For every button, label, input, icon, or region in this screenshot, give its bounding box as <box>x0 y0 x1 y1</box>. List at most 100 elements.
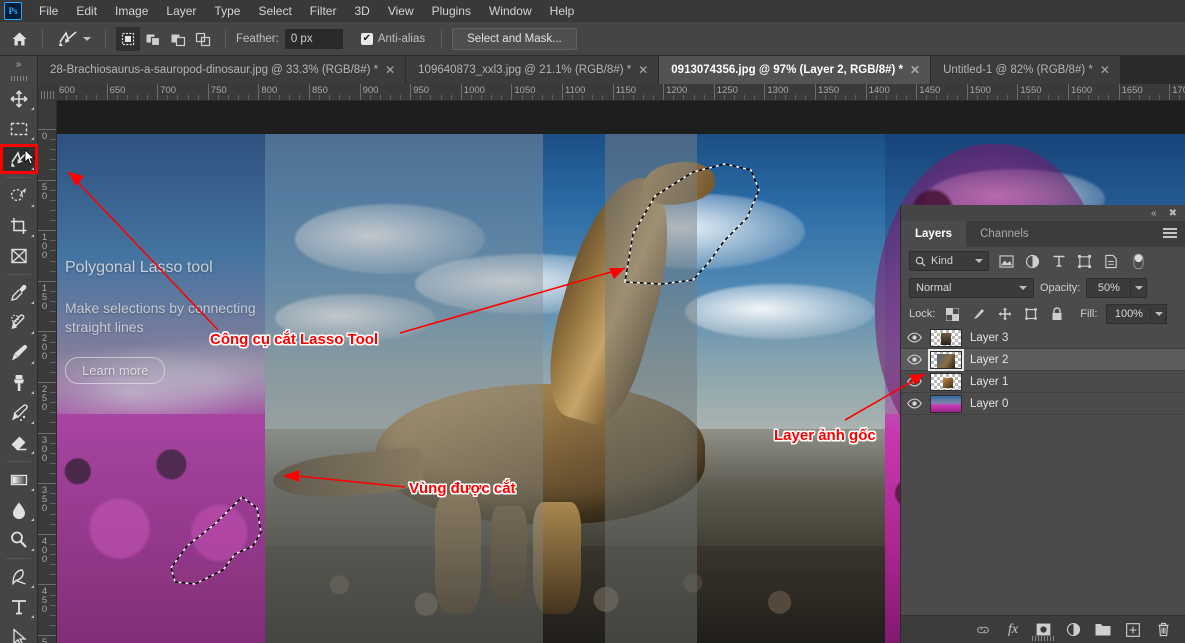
document-tab-2[interactable]: 0913074356.jpg @ 97% (Layer 2, RGB/8#) *… <box>659 56 931 84</box>
layer-name: Layer 1 <box>970 376 1008 388</box>
eraser-tool[interactable] <box>0 428 38 458</box>
toolbar-drag-grip[interactable] <box>0 72 37 84</box>
thumb-layer-2[interactable] <box>930 351 962 369</box>
thumb-layer-0[interactable] <box>930 395 962 413</box>
blend-mode-value: Normal <box>916 282 951 294</box>
object-selection-tool[interactable] <box>0 181 38 211</box>
pen-tool[interactable] <box>0 562 38 592</box>
frame-tool[interactable] <box>0 241 38 271</box>
menu-item-file[interactable]: File <box>30 1 67 21</box>
layer-row[interactable]: Layer 2 <box>901 349 1185 371</box>
close-tab-icon[interactable]: ✕ <box>1100 64 1110 76</box>
gradient-tool[interactable] <box>0 465 38 495</box>
collapse-panel-icon[interactable]: « <box>1151 208 1157 219</box>
layer-row[interactable]: Layer 3 <box>901 327 1185 349</box>
document-tab-3[interactable]: Untitled-1 @ 82% (RGB/8#) *✕ <box>931 56 1121 84</box>
feather-input[interactable]: 0 px <box>285 29 343 49</box>
close-tab-icon[interactable]: ✕ <box>910 64 920 76</box>
menu-item-filter[interactable]: Filter <box>301 1 346 21</box>
new-selection-icon[interactable] <box>116 27 140 51</box>
layer-row[interactable]: Layer 0 <box>901 393 1185 415</box>
expand-toolbar-button[interactable]: » <box>0 56 37 72</box>
ruler-minor-tick <box>50 493 57 494</box>
new-group-icon[interactable] <box>1095 622 1111 638</box>
link-layers-icon[interactable] <box>975 622 991 638</box>
new-layer-icon[interactable] <box>1125 622 1141 638</box>
path-selection-tool[interactable] <box>0 622 38 643</box>
brush-tool[interactable] <box>0 338 38 368</box>
anti-alias-checkbox[interactable]: ✔ <box>361 33 373 45</box>
blend-mode-select[interactable]: Normal <box>909 278 1034 298</box>
vertical-ruler[interactable]: 050100150200250300350400450500 <box>38 101 57 643</box>
intersect-selection-icon[interactable] <box>191 27 215 51</box>
close-tab-icon[interactable]: ✕ <box>638 64 648 76</box>
dodge-tool[interactable] <box>0 525 38 555</box>
ruler-minor-tick <box>50 422 57 423</box>
layer-visibility-eye-icon[interactable] <box>906 332 922 343</box>
opacity-value[interactable]: 50% <box>1086 278 1131 298</box>
menu-item-type[interactable]: Type <box>205 1 249 21</box>
subtract-from-selection-icon[interactable] <box>166 27 190 51</box>
filter-shape-icon[interactable] <box>1076 253 1093 270</box>
ruler-origin-corner[interactable] <box>38 84 57 101</box>
delete-layer-icon[interactable] <box>1155 622 1171 638</box>
menu-item-view[interactable]: View <box>379 1 423 21</box>
panel-menu-icon[interactable] <box>1163 228 1177 239</box>
layer-visibility-eye-icon[interactable] <box>906 354 922 365</box>
lock-transparent-pixels-icon[interactable] <box>944 306 961 323</box>
fill-chevron-icon[interactable] <box>1151 304 1167 324</box>
menu-item-layer[interactable]: Layer <box>157 1 205 21</box>
adjustment-layer-icon[interactable] <box>1065 622 1081 638</box>
menu-item-3d[interactable]: 3D <box>345 1 378 21</box>
close-panel-icon[interactable]: ✖ <box>1169 208 1177 219</box>
rectangular-marquee-tool[interactable] <box>0 114 38 144</box>
layer-filter-kind-select[interactable]: Kind <box>909 251 989 271</box>
tool-preset-picker[interactable] <box>53 27 95 51</box>
close-tab-icon[interactable]: ✕ <box>385 64 395 76</box>
polygonal-lasso-tool[interactable] <box>0 144 38 174</box>
filter-smart-object-icon[interactable] <box>1102 253 1119 270</box>
crop-tool[interactable] <box>0 211 38 241</box>
thumb-layer-1[interactable] <box>930 373 962 391</box>
horizontal-ruler[interactable]: 6006507007508008509009501000105011001150… <box>38 84 1185 101</box>
layer-visibility-eye-icon[interactable] <box>906 376 922 387</box>
menu-item-edit[interactable]: Edit <box>67 1 106 21</box>
menu-item-select[interactable]: Select <box>249 1 300 21</box>
home-icon[interactable] <box>6 26 32 52</box>
ruler-minor-tick <box>50 503 57 504</box>
type-tool[interactable] <box>0 592 38 622</box>
filter-pixel-icon[interactable] <box>998 253 1015 270</box>
clone-stamp-tool[interactable] <box>0 368 38 398</box>
eyedropper-tool[interactable] <box>0 278 38 308</box>
lock-position-icon[interactable] <box>996 306 1013 323</box>
add-to-selection-icon[interactable] <box>141 27 165 51</box>
menu-item-window[interactable]: Window <box>480 1 541 21</box>
panel-tab-layers[interactable]: Layers <box>901 221 966 247</box>
layer-style-fx-icon[interactable]: fx <box>1005 622 1021 638</box>
spot-healing-brush-tool[interactable] <box>0 308 38 338</box>
menu-item-plugins[interactable]: Plugins <box>423 1 480 21</box>
document-tab-1[interactable]: 109640873_xxl3.jpg @ 21.1% (RGB/8#) *✕ <box>406 56 659 84</box>
opacity-chevron-icon[interactable] <box>1131 278 1147 298</box>
history-brush-tool[interactable] <box>0 398 38 428</box>
select-and-mask-button[interactable]: Select and Mask... <box>452 28 577 50</box>
document-tab-0[interactable]: 28-Brachiosaurus-a-sauropod-dinosaur.jpg… <box>38 56 406 84</box>
ruler-minor-tick <box>50 321 57 322</box>
move-tool[interactable] <box>0 84 38 114</box>
lock-image-pixels-icon[interactable] <box>970 306 987 323</box>
panel-resize-grip[interactable] <box>1032 636 1054 641</box>
layer-visibility-eye-icon[interactable] <box>906 398 922 409</box>
thumb-layer-3[interactable] <box>930 329 962 347</box>
filter-toggle-icon[interactable] <box>1130 253 1147 270</box>
layer-row[interactable]: Layer 1 <box>901 371 1185 393</box>
annotation-original-layer: Layer ảnh gốc <box>774 427 876 444</box>
menu-item-help[interactable]: Help <box>541 1 584 21</box>
lock-all-icon[interactable] <box>1048 306 1065 323</box>
fill-value[interactable]: 100% <box>1106 304 1151 324</box>
panel-tab-channels[interactable]: Channels <box>966 221 1043 247</box>
filter-adjustment-icon[interactable] <box>1024 253 1041 270</box>
lock-artboard-icon[interactable] <box>1022 306 1039 323</box>
menu-item-image[interactable]: Image <box>106 1 157 21</box>
filter-type-icon[interactable] <box>1050 253 1067 270</box>
blur-tool[interactable] <box>0 495 38 525</box>
